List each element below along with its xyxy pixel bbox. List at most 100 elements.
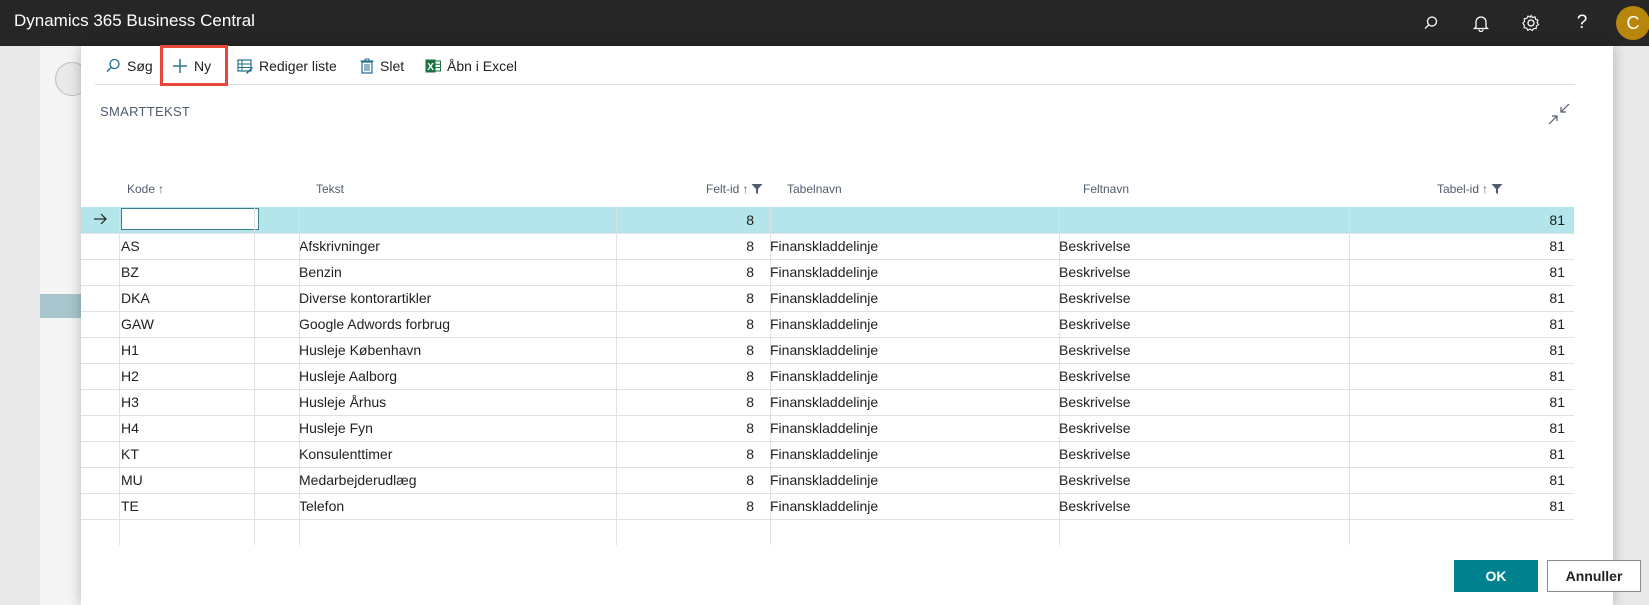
cell-feltnavn[interactable]: Beskrivelse bbox=[1059, 316, 1339, 332]
cell-feltnavn[interactable]: Beskrivelse bbox=[1059, 446, 1339, 462]
cell-tekst[interactable]: Diverse kontorartikler bbox=[299, 290, 599, 306]
edit-list-button[interactable]: Rediger liste bbox=[237, 54, 337, 78]
kode-input[interactable] bbox=[121, 208, 259, 230]
cell-tekst[interactable]: Husleje Fyn bbox=[299, 420, 599, 436]
column-header-tabel-id[interactable]: Tabel-id ↑ bbox=[1437, 182, 1503, 196]
cell-tekst[interactable]: Benzin bbox=[299, 264, 599, 280]
cell-felt-id[interactable]: 8 bbox=[616, 446, 754, 462]
delete-button[interactable]: Slet bbox=[360, 54, 404, 78]
cell-feltnavn[interactable]: Beskrivelse bbox=[1059, 264, 1339, 280]
cell-tabel-id[interactable]: 81 bbox=[1349, 342, 1565, 358]
cell-tabelnavn[interactable]: Finanskladdelinje bbox=[770, 368, 1050, 384]
table-row[interactable]: MU Medarbejderudlæg 8 Finanskladdelinje Besk… bbox=[81, 467, 1574, 494]
table-row[interactable]: GAW Google Adwords forbrug 8 Finanskladdeli… bbox=[81, 311, 1574, 338]
cell-felt-id[interactable]: 8 bbox=[616, 368, 754, 384]
column-header-feltnavn[interactable]: Feltnavn bbox=[1083, 182, 1129, 196]
cell-tabelnavn[interactable]: Finanskladdelinje bbox=[770, 342, 1050, 358]
table-row[interactable]: BZ Benzin 8 Finanskladdelinje Beskrivelse 81 bbox=[81, 259, 1574, 286]
avatar[interactable]: C bbox=[1616, 6, 1649, 40]
cell-tabel-id[interactable]: 81 bbox=[1349, 446, 1565, 462]
cell-tekst[interactable]: Medarbejderudlæg bbox=[299, 472, 599, 488]
cell-tabel-id[interactable]: 81 bbox=[1349, 394, 1565, 410]
collapse-icon[interactable] bbox=[1547, 102, 1571, 126]
cell-tabel-id[interactable]: 81 bbox=[1349, 316, 1565, 332]
cell-felt-id[interactable]: 8 bbox=[616, 238, 754, 254]
column-header-tekst[interactable]: Tekst bbox=[316, 182, 344, 196]
cell-feltnavn[interactable]: Beskrivelse bbox=[1059, 498, 1339, 514]
cell-tabelnavn[interactable]: Finanskladdelinje bbox=[770, 420, 1050, 436]
cell-feltnavn[interactable]: Beskrivelse bbox=[1059, 368, 1339, 384]
cell-tabel-id[interactable]: 81 bbox=[1349, 290, 1565, 306]
cell-tabel-id[interactable]: 81 bbox=[1349, 212, 1565, 228]
column-header-kode[interactable]: Kode ↑ bbox=[127, 182, 164, 196]
cell-tekst[interactable]: Google Adwords forbrug bbox=[299, 316, 599, 332]
cell-tabelnavn[interactable]: Finanskladdelinje bbox=[770, 394, 1050, 410]
cell-tabel-id[interactable]: 81 bbox=[1349, 472, 1565, 488]
bell-icon[interactable] bbox=[1470, 12, 1492, 34]
cell-kode[interactable]: GAW bbox=[121, 316, 251, 332]
table-row[interactable]: DKA Diverse kontorartikler 8 Finanskladdeli… bbox=[81, 285, 1574, 312]
table-row-empty[interactable] bbox=[81, 519, 1574, 545]
cell-felt-id[interactable]: 8 bbox=[616, 212, 754, 228]
cell-kode[interactable]: MU bbox=[121, 472, 251, 488]
table-row[interactable]: KT Konsulenttimer 8 Finanskladdelinje Beskri… bbox=[81, 441, 1574, 468]
gear-icon[interactable] bbox=[1520, 12, 1542, 34]
cell-tabelnavn[interactable]: Finanskladdelinje bbox=[770, 238, 1050, 254]
table-row[interactable]: H4 Husleje Fyn 8 Finanskladdelinje Beskrivel… bbox=[81, 415, 1574, 442]
cell-felt-id[interactable]: 8 bbox=[616, 394, 754, 410]
cell-tabel-id[interactable]: 81 bbox=[1349, 420, 1565, 436]
cell-felt-id[interactable]: 8 bbox=[616, 472, 754, 488]
cell-kode[interactable]: TE bbox=[121, 498, 251, 514]
cell-kode[interactable]: BZ bbox=[121, 264, 251, 280]
cell-kode[interactable]: AS bbox=[121, 238, 251, 254]
cell-felt-id[interactable]: 8 bbox=[616, 264, 754, 280]
cell-felt-id[interactable]: 8 bbox=[616, 498, 754, 514]
cell-tekst[interactable]: Husleje Aalborg bbox=[299, 368, 599, 384]
cell-tabelnavn[interactable]: Finanskladdelinje bbox=[770, 264, 1050, 280]
cell-feltnavn[interactable]: Beskrivelse bbox=[1059, 394, 1339, 410]
cell-tekst[interactable]: Telefon bbox=[299, 498, 599, 514]
cell-kode[interactable]: H4 bbox=[121, 420, 251, 436]
cell-tabelnavn[interactable]: Finanskladdelinje bbox=[770, 472, 1050, 488]
cell-tabelnavn[interactable]: Finanskladdelinje bbox=[770, 316, 1050, 332]
ok-button[interactable]: OK bbox=[1454, 560, 1538, 592]
column-header-tabelnavn[interactable]: Tabelnavn bbox=[787, 182, 842, 196]
cell-tabelnavn[interactable]: Finanskladdelinje bbox=[770, 446, 1050, 462]
cell-tekst[interactable]: Husleje København bbox=[299, 342, 599, 358]
search-button[interactable]: Søg bbox=[105, 54, 153, 78]
cell-felt-id[interactable]: 8 bbox=[616, 420, 754, 436]
search-icon[interactable] bbox=[1420, 12, 1442, 34]
table-row[interactable]: TE Telefon 8 Finanskladdelinje Beskrivelse 81 bbox=[81, 493, 1574, 520]
cell-feltnavn[interactable]: Beskrivelse bbox=[1059, 472, 1339, 488]
table-row[interactable]: AS Afskrivninger 8 Finanskladdelinje Beskriv… bbox=[81, 233, 1574, 260]
cell-tekst[interactable]: Konsulenttimer bbox=[299, 446, 599, 462]
cell-kode[interactable]: H1 bbox=[121, 342, 251, 358]
cell-kode[interactable]: H2 bbox=[121, 368, 251, 384]
cancel-button[interactable]: Annuller bbox=[1547, 560, 1641, 592]
cell-feltnavn[interactable]: Beskrivelse bbox=[1059, 238, 1339, 254]
cell-felt-id[interactable]: 8 bbox=[616, 342, 754, 358]
cell-felt-id[interactable]: 8 bbox=[616, 290, 754, 306]
open-excel-button[interactable]: X Åbn i Excel bbox=[425, 54, 517, 78]
cell-tabel-id[interactable]: 81 bbox=[1349, 238, 1565, 254]
column-header-felt-id[interactable]: Felt-id ↑ bbox=[706, 182, 763, 196]
cell-kode[interactable]: KT bbox=[121, 446, 251, 462]
cell-kode[interactable]: DKA bbox=[121, 290, 251, 306]
table-row[interactable]: H3 Husleje Århus 8 Finanskladdelinje Beskriv… bbox=[81, 389, 1574, 416]
app-title[interactable]: Dynamics 365 Business Central bbox=[14, 11, 255, 31]
cell-tekst[interactable]: Afskrivninger bbox=[299, 238, 599, 254]
cell-tabel-id[interactable]: 81 bbox=[1349, 368, 1565, 384]
cell-tabel-id[interactable]: 81 bbox=[1349, 264, 1565, 280]
cell-tabelnavn[interactable]: Finanskladdelinje bbox=[770, 498, 1050, 514]
table-row[interactable]: H2 Husleje Aalborg 8 Finanskladdelinje Beskr… bbox=[81, 363, 1574, 390]
table-row[interactable]: H1 Husleje København 8 Finanskladdelinje Bes… bbox=[81, 337, 1574, 364]
help-icon[interactable]: ? bbox=[1571, 12, 1593, 34]
table-row-new[interactable]: 8 81 bbox=[81, 207, 1574, 234]
cell-felt-id[interactable]: 8 bbox=[616, 316, 754, 332]
cell-feltnavn[interactable]: Beskrivelse bbox=[1059, 342, 1339, 358]
cell-feltnavn[interactable]: Beskrivelse bbox=[1059, 420, 1339, 436]
cell-tekst[interactable]: Husleje Århus bbox=[299, 394, 599, 410]
cell-tabel-id[interactable]: 81 bbox=[1349, 498, 1565, 514]
cell-tabelnavn[interactable]: Finanskladdelinje bbox=[770, 290, 1050, 306]
cell-kode[interactable]: H3 bbox=[121, 394, 251, 410]
